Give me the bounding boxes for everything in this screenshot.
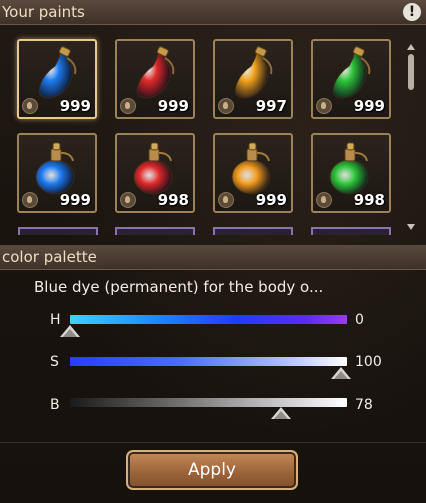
paint-count: 998: [157, 191, 189, 209]
paint-window: Your paints ! 999 999 997 999 999 998 99…: [0, 0, 426, 503]
paint-grid: 999 999 997 999 999 998 999 998: [0, 25, 426, 241]
paint-count: 997: [255, 97, 287, 115]
next-row-slot[interactable]: [213, 227, 293, 235]
paint-scrollbar[interactable]: [407, 44, 415, 230]
hue-slider-thumb[interactable]: [60, 325, 80, 337]
paint-count: 999: [255, 191, 287, 209]
apply-button[interactable]: Apply: [126, 450, 298, 490]
paint-slot-orange-round[interactable]: 999: [213, 133, 293, 213]
hue-label: H: [50, 312, 61, 328]
paint-slot-blue-flask[interactable]: 999: [17, 39, 97, 119]
footer-divider: [0, 442, 426, 443]
paint-slot-green-flask[interactable]: 999: [311, 39, 391, 119]
scroll-down-icon[interactable]: [407, 224, 415, 230]
bound-item-icon: [316, 192, 332, 208]
brightness-slider-thumb[interactable]: [271, 407, 292, 419]
bound-item-icon: [22, 192, 38, 208]
paint-count: 999: [157, 97, 189, 115]
paint-count: 998: [353, 191, 385, 209]
paint-slot-green-round[interactable]: 998: [311, 133, 391, 213]
paint-count: 999: [353, 97, 385, 115]
hue-value: 0: [355, 312, 364, 328]
bound-item-icon: [316, 98, 332, 114]
bound-item-icon: [22, 98, 38, 114]
alert-icon[interactable]: !: [403, 3, 421, 21]
paint-slot-red-flask[interactable]: 999: [115, 39, 195, 119]
palette-header: color palette: [0, 245, 426, 270]
paint-slot-orange-flask[interactable]: 997: [213, 39, 293, 119]
palette-header-title: color palette: [2, 248, 97, 266]
saturation-slider-thumb[interactable]: [331, 367, 351, 379]
next-row-slot[interactable]: [115, 227, 195, 235]
paints-header: Your paints !: [0, 0, 426, 25]
next-row-slot[interactable]: [311, 227, 391, 235]
saturation-value: 100: [355, 354, 382, 370]
bound-item-icon: [218, 192, 234, 208]
bound-item-icon: [120, 98, 136, 114]
brightness-track[interactable]: [70, 398, 347, 407]
scroll-thumb[interactable]: [408, 54, 414, 90]
paint-count: 999: [59, 191, 91, 209]
paint-slot-red-round[interactable]: 998: [115, 133, 195, 213]
bound-item-icon: [120, 192, 136, 208]
brightness-label: B: [50, 397, 60, 413]
dye-description: Blue dye (permanent) for the body o...: [34, 278, 324, 296]
next-row-slot[interactable]: [18, 227, 98, 235]
paints-header-title: Your paints: [2, 3, 85, 21]
scroll-up-icon[interactable]: [407, 44, 415, 50]
saturation-track[interactable]: [70, 357, 347, 366]
saturation-label: S: [50, 354, 59, 370]
paint-slot-blue-round[interactable]: 999: [17, 133, 97, 213]
paint-count: 999: [59, 97, 91, 115]
hue-track[interactable]: [70, 315, 347, 324]
brightness-value: 78: [355, 397, 373, 413]
bound-item-icon: [218, 98, 234, 114]
